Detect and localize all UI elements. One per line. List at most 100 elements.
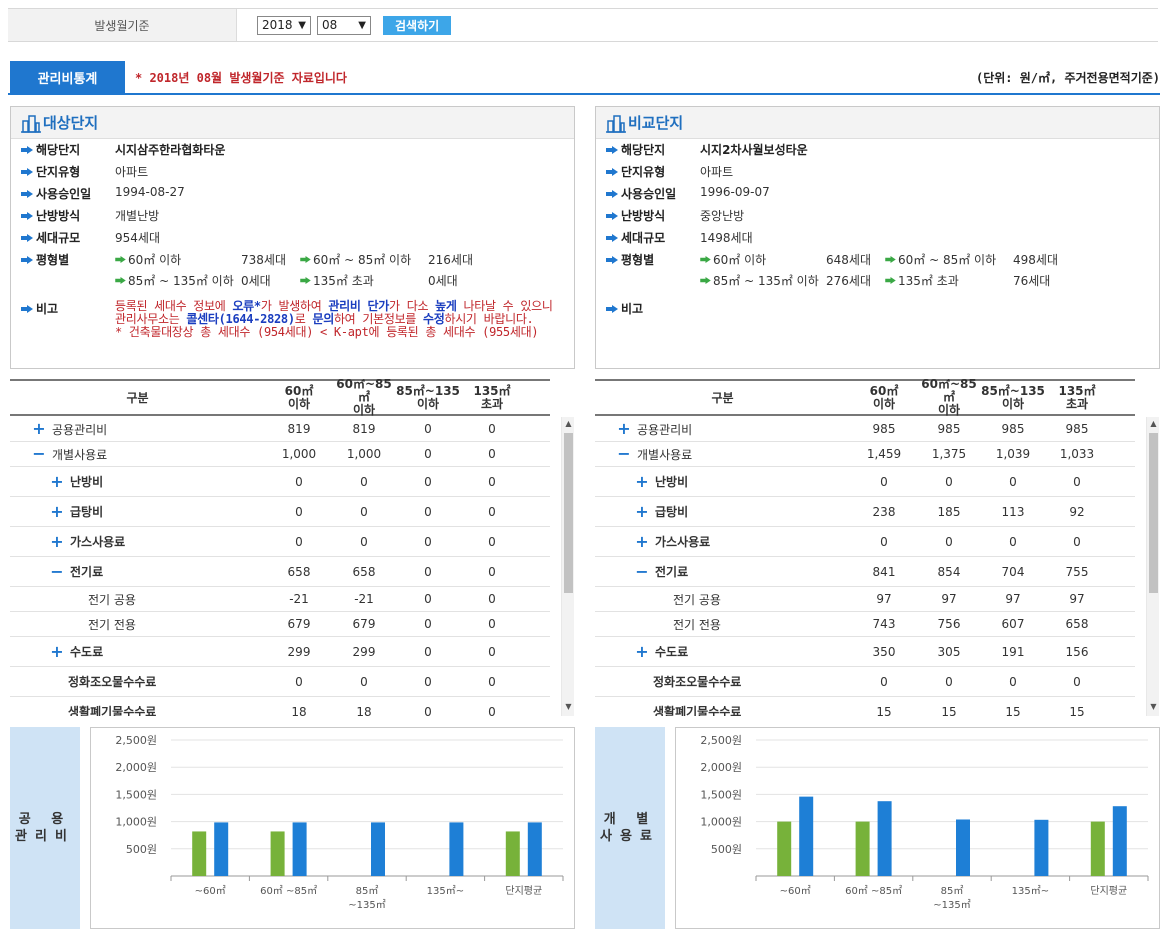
chart-label-line: 개 별 [603, 812, 657, 827]
row-value: 755 [1065, 564, 1089, 579]
row-value: 658 [352, 564, 376, 579]
info-row: 사용승인일 1996-09-07 [606, 185, 770, 202]
individual-fee-chart: 500원 1,000원 1,500원 2,000원 2,500원 ~60㎡ 60㎡ ~85㎡… [675, 727, 1160, 929]
row-value: 0 [295, 534, 303, 549]
info-key: 사용승인일 [606, 185, 700, 202]
collapse-minus-icon[interactable]: − [50, 563, 64, 579]
collapse-minus-icon[interactable]: − [32, 446, 46, 462]
expand-plus-icon[interactable]: + [32, 421, 46, 437]
row-label[interactable]: + 급탕비 [50, 503, 103, 520]
info-key: 난방방식 [606, 207, 700, 224]
expand-plus-icon[interactable]: + [635, 473, 649, 489]
table-row: 생활폐기물수수료 18 18 0 0 [10, 697, 550, 717]
row-label-text: 수도료 [655, 645, 689, 659]
scrollbar-thumb[interactable] [564, 433, 573, 593]
row-label[interactable]: − 개별사용료 [32, 446, 107, 463]
row-label[interactable]: + 공용관리비 [32, 421, 107, 438]
expand-plus-icon[interactable]: + [635, 643, 649, 659]
row-label-text: 개별사용료 [637, 447, 693, 462]
row-value: 0 [880, 534, 888, 549]
row-label[interactable]: − 전기료 [635, 563, 688, 580]
bar-compare [527, 822, 542, 876]
table-scrollbar[interactable]: ▲ ▼ [1146, 417, 1159, 716]
row-value: 97 [941, 592, 957, 606]
row-label[interactable]: − 전기료 [50, 563, 103, 580]
header-line: 85㎡~135 [396, 383, 460, 398]
row-value: 679 [352, 617, 376, 631]
expand-plus-icon[interactable]: + [635, 533, 649, 549]
row-label[interactable]: + 가스사용료 [635, 533, 710, 550]
row-value: 15 [876, 704, 892, 717]
row-label[interactable]: + 난방비 [635, 473, 688, 490]
arrow-bullet-icon [606, 233, 618, 242]
tab-management-fee-stats[interactable]: 관리비통계 [10, 61, 125, 93]
arrow-bullet-icon [115, 277, 126, 284]
row-value: 679 [287, 617, 311, 631]
expand-plus-icon[interactable]: + [617, 421, 631, 437]
arrow-bullet-icon [885, 256, 896, 263]
size-label: 135㎡ 초과 [300, 272, 374, 289]
row-label[interactable]: + 수도료 [635, 643, 688, 660]
header-line: 이하 [352, 403, 376, 417]
expand-plus-icon[interactable]: + [50, 503, 64, 519]
header-line: 이하 [937, 403, 961, 417]
row-value: 0 [488, 504, 496, 519]
row-label[interactable]: + 공용관리비 [617, 421, 692, 438]
row-label: 정화조오물수수료 [68, 673, 156, 690]
search-label: 발생월기준 [8, 9, 237, 41]
scrollbar-thumb[interactable] [1149, 433, 1158, 593]
row-label-text: 정화조오물수수료 [68, 675, 157, 689]
row-value: 1,039 [995, 447, 1031, 461]
header-size-col: 135㎡ 초과 [460, 383, 524, 411]
chart-label-line: 공 용 [18, 812, 72, 827]
header-line: 초과 [480, 396, 504, 411]
scroll-up-icon[interactable]: ▲ [1147, 419, 1160, 431]
row-value: 854 [937, 564, 961, 579]
expand-plus-icon[interactable]: + [50, 473, 64, 489]
expand-plus-icon[interactable]: + [635, 503, 649, 519]
info-value: 아파트 [700, 165, 734, 179]
scroll-up-icon[interactable]: ▲ [562, 419, 575, 431]
row-label: 전기 전용 [88, 616, 136, 633]
search-button[interactable]: 검색하기 [383, 15, 452, 35]
x-tick-label: 60㎡ ~85㎡ [260, 885, 317, 897]
row-value: 819 [352, 422, 376, 436]
bar-target [855, 821, 870, 876]
table-row: − 개별사용료 1,000 1,000 0 0 [10, 442, 550, 467]
row-value: 0 [360, 674, 368, 689]
row-label[interactable]: + 수도료 [50, 643, 103, 660]
row-value: 0 [424, 564, 432, 579]
remark-part: 하여 기본정보를 [333, 312, 423, 326]
expand-plus-icon[interactable]: + [50, 533, 64, 549]
chart-label-individual-fee: 개 별 사용료 [595, 727, 665, 929]
chart-label-line: 관리비 [15, 829, 75, 844]
row-label-text: 개별사용료 [52, 447, 108, 462]
header-category: 구분 [711, 391, 734, 405]
row-label[interactable]: + 난방비 [50, 473, 103, 490]
info-key: 비고 [606, 300, 700, 317]
scroll-down-icon[interactable]: ▼ [1147, 702, 1160, 714]
info-row: 비고 [606, 300, 700, 317]
bar-compare [449, 822, 464, 876]
expand-plus-icon[interactable]: + [50, 643, 64, 659]
stats-header: 관리비통계 * 2018년 08월 발생월기준 자료입니다 (단위: 원/㎡, … [8, 61, 1160, 95]
remark-part: 가 다소 [389, 299, 436, 313]
info-key-label: 난방방식 [36, 209, 81, 223]
table-scrollbar[interactable]: ▲ ▼ [561, 417, 574, 716]
bar-compare [799, 796, 814, 876]
year-select[interactable]: 2018 ▼ [257, 15, 311, 35]
header-line: 이하 [872, 396, 896, 411]
table-row: − 개별사용료 1,459 1,375 1,039 1,033 [595, 442, 1135, 467]
row-label-text: 전기료 [655, 565, 689, 579]
scroll-down-icon[interactable]: ▼ [562, 702, 575, 714]
bar-target [192, 831, 207, 876]
row-label[interactable]: − 개별사용료 [617, 446, 692, 463]
row-value: 0 [360, 534, 368, 549]
collapse-minus-icon[interactable]: − [617, 446, 631, 462]
collapse-minus-icon[interactable]: − [635, 563, 649, 579]
row-label[interactable]: + 급탕비 [635, 503, 688, 520]
row-label[interactable]: + 가스사용료 [50, 533, 125, 550]
month-select[interactable]: 08 ▼ [317, 15, 371, 35]
size-label-text: 135㎡ 초과 [898, 274, 959, 288]
header-line: 135㎡ [473, 383, 511, 398]
